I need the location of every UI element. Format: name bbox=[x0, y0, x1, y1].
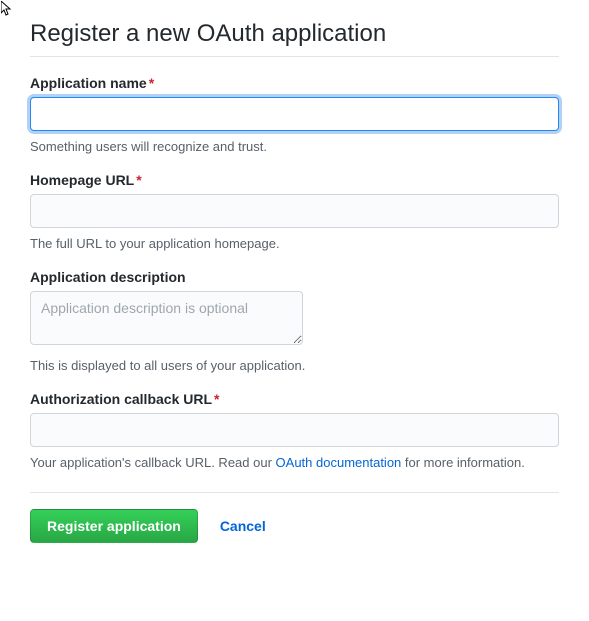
form-actions: Register application Cancel bbox=[30, 492, 559, 543]
cancel-button[interactable]: Cancel bbox=[220, 518, 266, 534]
required-marker: * bbox=[214, 391, 219, 407]
register-application-button[interactable]: Register application bbox=[30, 509, 198, 543]
callback-url-input[interactable] bbox=[30, 413, 559, 447]
homepage-url-input[interactable] bbox=[30, 194, 559, 228]
label-text: Homepage URL bbox=[30, 172, 134, 188]
label-text: Authorization callback URL bbox=[30, 391, 212, 407]
page-title: Register a new OAuth application bbox=[30, 20, 559, 57]
help-text-prefix: Your application's callback URL. Read ou… bbox=[30, 455, 276, 470]
application-description-input[interactable] bbox=[30, 291, 303, 345]
application-description-help: This is displayed to all users of your a… bbox=[30, 358, 559, 373]
callback-url-field: Authorization callback URL* Your applica… bbox=[30, 391, 559, 470]
application-name-label: Application name* bbox=[30, 75, 559, 91]
application-name-input[interactable] bbox=[30, 97, 559, 131]
application-description-field: Application description This is displaye… bbox=[30, 269, 559, 373]
oauth-documentation-link[interactable]: OAuth documentation bbox=[276, 455, 402, 470]
help-text-suffix: for more information. bbox=[401, 455, 525, 470]
label-text: Application name bbox=[30, 75, 147, 91]
application-name-help: Something users will recognize and trust… bbox=[30, 139, 559, 154]
application-description-label: Application description bbox=[30, 269, 559, 285]
homepage-url-label: Homepage URL* bbox=[30, 172, 559, 188]
callback-url-label: Authorization callback URL* bbox=[30, 391, 559, 407]
homepage-url-field: Homepage URL* The full URL to your appli… bbox=[30, 172, 559, 251]
mouse-cursor-icon bbox=[1, 1, 13, 20]
homepage-url-help: The full URL to your application homepag… bbox=[30, 236, 559, 251]
required-marker: * bbox=[136, 172, 141, 188]
application-name-field: Application name* Something users will r… bbox=[30, 75, 559, 154]
callback-url-help: Your application's callback URL. Read ou… bbox=[30, 455, 559, 470]
required-marker: * bbox=[149, 75, 154, 91]
